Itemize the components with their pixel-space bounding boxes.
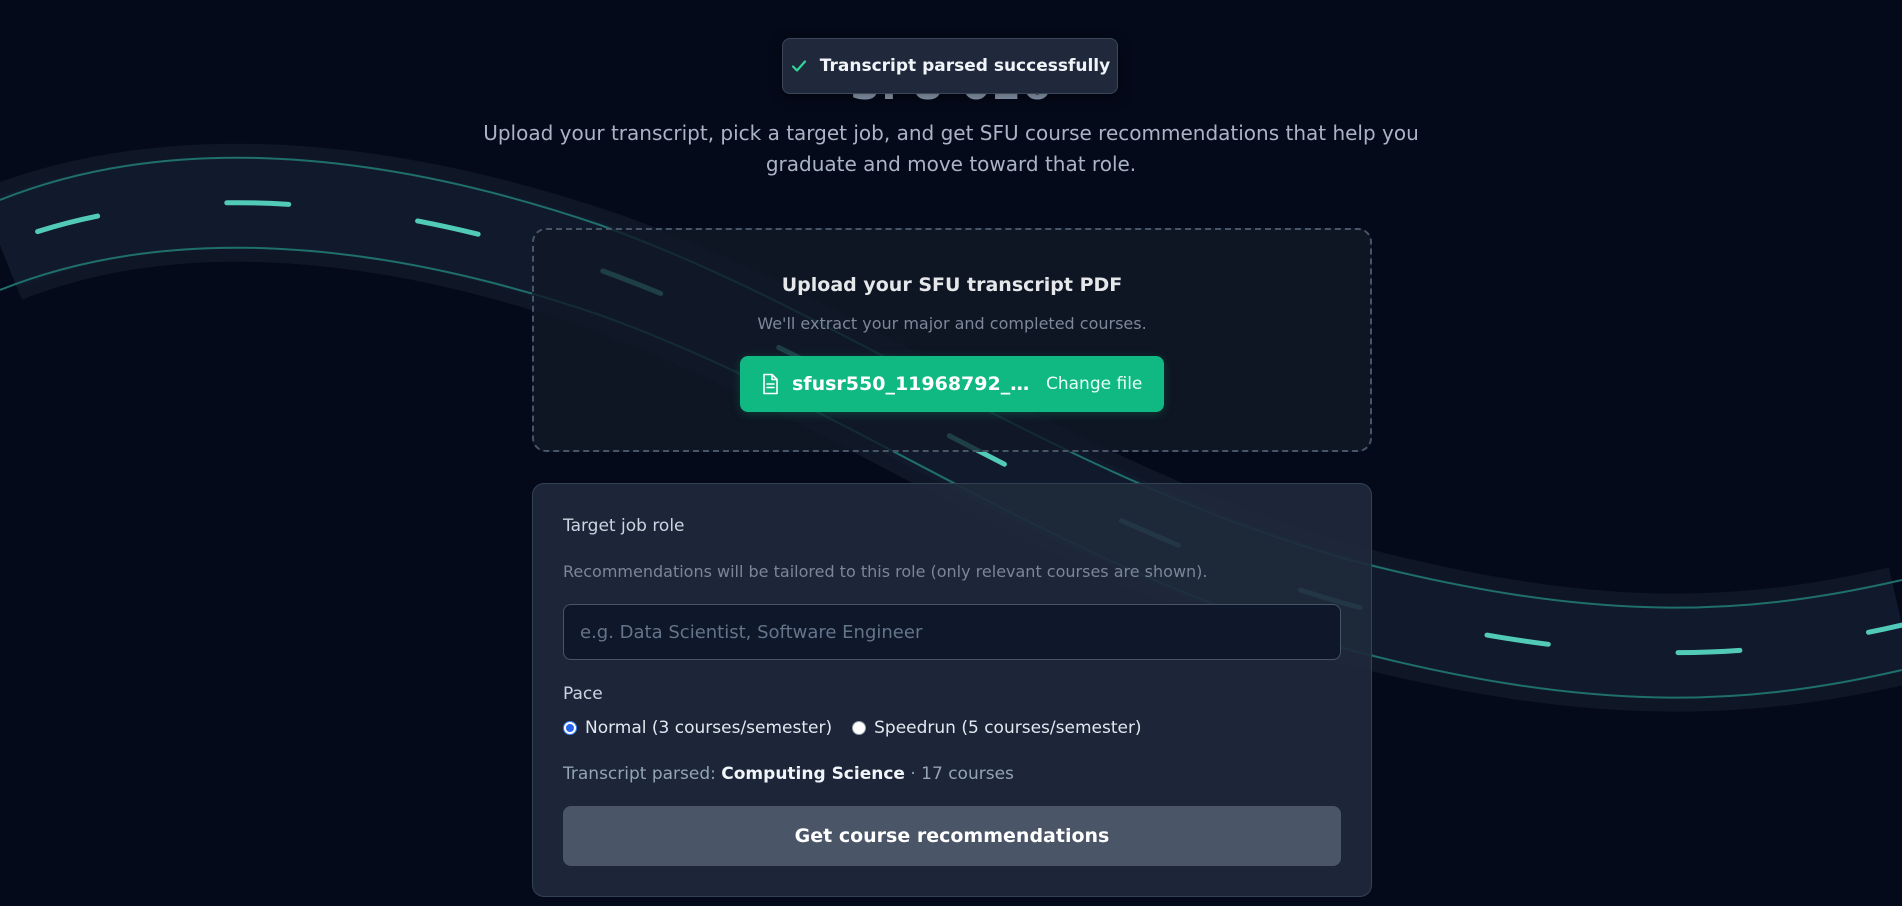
upload-subtitle: We'll extract your major and completed c…	[757, 314, 1147, 333]
check-icon	[790, 57, 808, 75]
preferences-panel: Target job role Recommendations will be …	[532, 483, 1372, 897]
file-icon	[760, 373, 780, 395]
parsed-course-count: · 17 courses	[904, 764, 1014, 784]
transcript-parsed-summary: Transcript parsed: Computing Science · 1…	[563, 764, 1014, 784]
pace-option-normal[interactable]: Normal (3 courses/semester)	[563, 718, 832, 738]
pace-option-normal-label: Normal (3 courses/semester)	[585, 718, 833, 738]
get-recommendations-button[interactable]: Get course recommendations	[563, 806, 1341, 866]
job-role-hint: Recommendations will be tailored to this…	[563, 562, 1208, 581]
app-page: SFU 026 Transcript parsed successfully U…	[0, 0, 1902, 906]
selected-file-button[interactable]: sfusr550_11968792_2 (… Change file	[740, 356, 1164, 412]
parsed-major: Computing Science	[721, 764, 905, 784]
radio-normal[interactable]	[563, 721, 577, 735]
pace-option-speedrun[interactable]: Speedrun (5 courses/semester)	[852, 718, 1142, 738]
job-role-label: Target job role	[563, 516, 685, 536]
app-subtitle: Upload your transcript, pick a target jo…	[483, 121, 1419, 176]
transcript-upload-dropzone[interactable]: Upload your SFU transcript PDF We'll ext…	[532, 228, 1372, 452]
radio-speedrun[interactable]	[852, 721, 867, 735]
upload-title: Upload your SFU transcript PDF	[781, 274, 1123, 296]
pace-radio-group: Normal (3 courses/semester) Speedrun (5 …	[563, 718, 1162, 738]
change-file-link[interactable]: Change file	[1046, 374, 1142, 394]
job-role-input[interactable]	[563, 604, 1341, 660]
toast-message: Transcript parsed successfully	[819, 56, 1111, 76]
file-name: sfusr550_11968792_2 (…	[792, 373, 1034, 395]
pace-option-speedrun-label: Speedrun (5 courses/semester)	[874, 718, 1142, 738]
parsed-prefix: Transcript parsed:	[563, 764, 722, 784]
pace-label: Pace	[563, 684, 603, 704]
success-toast: Transcript parsed successfully	[782, 38, 1118, 94]
